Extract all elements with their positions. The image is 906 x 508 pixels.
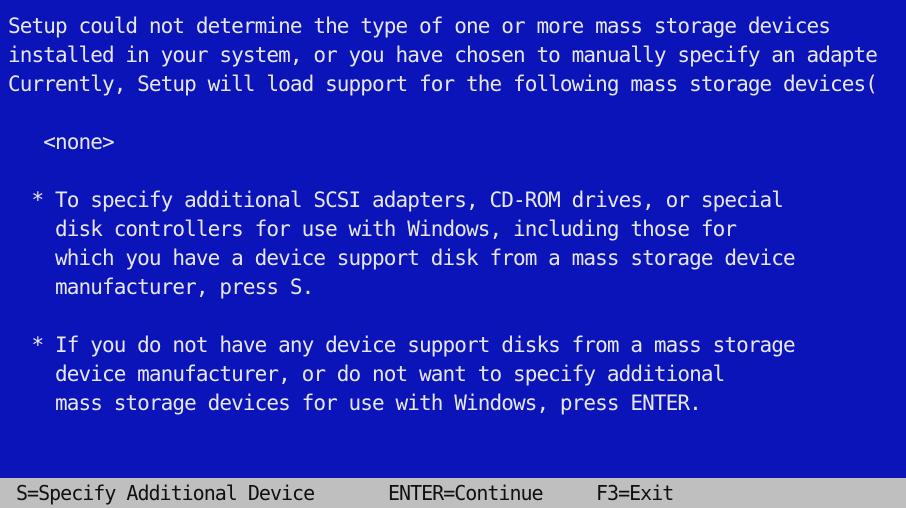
- exit-key-hint[interactable]: F3=Exit: [596, 478, 674, 508]
- continue-option-line-1: * If you do not have any device support …: [8, 333, 795, 357]
- specify-device-key-hint[interactable]: S=Specify Additional Device: [16, 478, 315, 508]
- device-list-item: <none>: [8, 130, 114, 154]
- setup-message: Setup could not determine the type of on…: [8, 12, 906, 418]
- setup-screen: Setup could not determine the type of on…: [0, 0, 906, 508]
- intro-line-1: Setup could not determine the type of on…: [8, 14, 831, 38]
- intro-line-2: installed in your system, or you have ch…: [8, 43, 878, 67]
- continue-option-line-3: mass storage devices for use with Window…: [8, 391, 702, 415]
- specify-option-line-4: manufacturer, press S.: [8, 275, 314, 299]
- specify-option-line-2: disk controllers for use with Windows, i…: [8, 217, 737, 241]
- specify-option-line-1: * To specify additional SCSI adapters, C…: [8, 188, 784, 212]
- continue-key-hint[interactable]: ENTER=Continue: [388, 478, 544, 508]
- status-bar: S=Specify Additional Device ENTER=Contin…: [0, 478, 906, 508]
- intro-line-3: Currently, Setup will load support for t…: [8, 72, 878, 96]
- continue-option-line-2: device manufacturer, or do not want to s…: [8, 362, 725, 386]
- specify-option-line-3: which you have a device support disk fro…: [8, 246, 796, 270]
